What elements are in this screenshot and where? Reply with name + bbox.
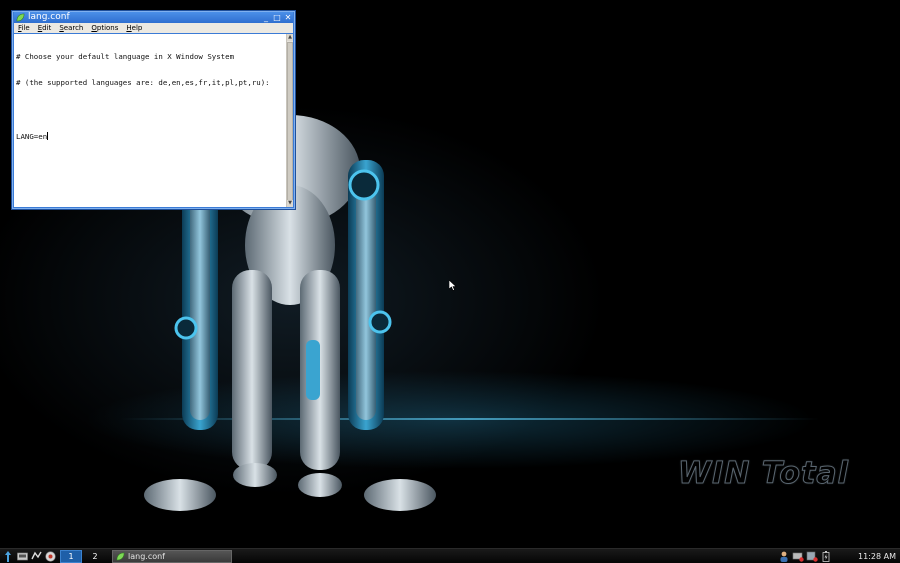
menu-options[interactable]: Options	[91, 23, 118, 33]
text-caret	[47, 131, 49, 140]
maximize-button[interactable]: □	[272, 13, 282, 22]
leaf-icon	[116, 552, 125, 560]
menu-help[interactable]: Help	[126, 23, 142, 33]
menu-file-label: ile	[21, 24, 30, 32]
menu-file[interactable]: File	[18, 23, 30, 33]
user-icon[interactable]	[778, 550, 790, 562]
taskbar-window-button[interactable]: lang.conf	[112, 549, 232, 563]
menu-edit-label: dit	[42, 24, 52, 32]
text-line: # (the supported languages are: de,en,es…	[16, 77, 270, 87]
editor-window[interactable]: lang.conf _ □ ✕ File Edit Search Options…	[11, 10, 296, 210]
menu-options-label: ptions	[96, 24, 119, 32]
mouse-cursor-icon	[449, 280, 457, 291]
close-button[interactable]: ✕	[283, 13, 293, 22]
workspace-2-button[interactable]: 2	[84, 550, 106, 563]
taskbar-window-title: lang.conf	[128, 551, 165, 561]
taskbar-clock[interactable]: 11:28 AM	[858, 552, 896, 561]
text-line-content: LANG=en	[16, 131, 48, 141]
browser-icon[interactable]	[44, 550, 56, 562]
file-manager-icon[interactable]	[16, 550, 28, 562]
workspace-1-button[interactable]: 1	[60, 549, 82, 563]
vertical-scrollbar[interactable]: ▲ ▼	[286, 34, 293, 207]
menu-help-label: elp	[131, 24, 143, 32]
watermark-logo: WIN Total	[678, 456, 849, 492]
menu-search-label: earch	[63, 24, 84, 32]
menu-bar: File Edit Search Options Help	[14, 23, 293, 33]
taskbar: 1 2 lang.conf 11:28 AM	[0, 548, 900, 563]
scrollbar-thumb[interactable]	[287, 42, 293, 202]
scroll-down-icon[interactable]: ▼	[287, 200, 293, 207]
network-icon[interactable]	[30, 550, 42, 562]
menu-edit[interactable]: Edit	[38, 23, 52, 33]
scroll-up-icon[interactable]: ▲	[287, 34, 293, 41]
menu-search[interactable]: Search	[59, 23, 83, 33]
network-status-icon[interactable]	[792, 550, 804, 562]
text-line: # Choose your default language in X Wind…	[16, 51, 235, 61]
battery-icon[interactable]	[820, 550, 832, 562]
text-line-current: LANG=en	[16, 131, 286, 141]
text-editor-area[interactable]: # Choose your default language in X Wind…	[14, 34, 288, 207]
window-title: lang.conf	[28, 12, 70, 22]
text-line	[16, 105, 286, 114]
menu-icon[interactable]	[2, 550, 14, 562]
leaf-icon	[16, 13, 25, 22]
window-titlebar[interactable]: lang.conf _ □ ✕	[14, 12, 293, 23]
minimize-button[interactable]: _	[261, 13, 271, 22]
volume-icon[interactable]	[806, 550, 818, 562]
